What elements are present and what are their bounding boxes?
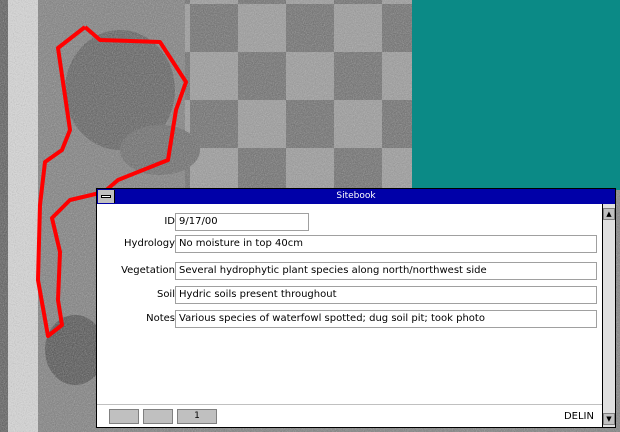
- field-value-soil[interactable]: Hydric soils present throughout: [175, 286, 597, 304]
- field-label-hydrology: Hydrology: [124, 238, 175, 249]
- nav-button-record-number[interactable]: 1: [177, 409, 217, 424]
- field-label-notes: Notes: [146, 313, 175, 324]
- system-menu-button[interactable]: [98, 190, 115, 203]
- scroll-up-arrow-icon[interactable]: ▲: [603, 208, 615, 220]
- field-value-notes[interactable]: Various species of waterfowl spotted; du…: [175, 310, 597, 328]
- record-navigation-bar: 1 DELIN: [97, 404, 602, 427]
- nav-button-first[interactable]: [109, 409, 139, 424]
- teal-background-panel: [412, 0, 620, 190]
- field-value-vegetation[interactable]: Several hydrophytic plant species along …: [175, 262, 597, 280]
- sitebook-window: Sitebook ID 9/17/00 Hydrology No moistur…: [96, 188, 616, 428]
- field-label-soil: Soil: [156, 289, 175, 300]
- vertical-scrollbar[interactable]: ▲ ▼: [602, 204, 615, 427]
- scroll-down-arrow-icon[interactable]: ▼: [603, 413, 615, 425]
- field-label-vegetation: Vegetation: [121, 265, 175, 276]
- nav-button-previous[interactable]: [143, 409, 173, 424]
- field-value-id[interactable]: 9/17/00: [175, 213, 309, 231]
- field-label-id: ID: [164, 216, 175, 227]
- title-bar[interactable]: Sitebook: [97, 189, 615, 204]
- field-value-hydrology[interactable]: No moisture in top 40cm: [175, 235, 597, 253]
- status-text: DELIN: [563, 411, 594, 422]
- window-title: Sitebook: [336, 191, 376, 201]
